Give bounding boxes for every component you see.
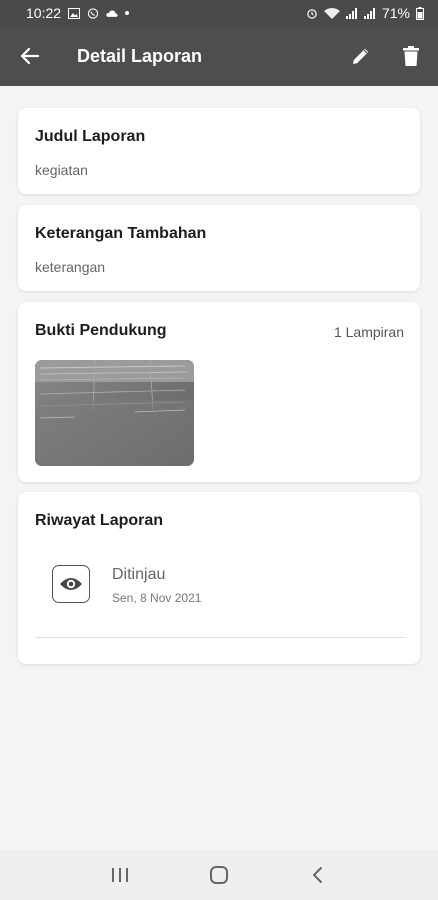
report-title-value: kegiatan: [35, 162, 88, 178]
whatsapp-icon: [87, 7, 99, 19]
battery-level: 71%: [381, 5, 410, 21]
edit-button[interactable]: [336, 26, 386, 86]
wifi-icon: [323, 7, 340, 19]
alarm-icon: [306, 8, 318, 19]
cloud-icon: [106, 8, 118, 19]
nav-back-button[interactable]: [298, 855, 338, 895]
evidence-label: Bukti Pendukung: [35, 322, 167, 339]
arrow-left-icon: [20, 47, 40, 65]
history-date: Sen, 8 Nov 2021: [112, 591, 202, 605]
app-bar: Detail Laporan: [0, 26, 438, 86]
dot-icon: [125, 11, 130, 15]
history-card: Riwayat Laporan Ditinjau Sen, 8 Nov 2021: [18, 492, 420, 664]
page-title: Detail Laporan: [77, 45, 203, 66]
signal-icon: [363, 7, 376, 19]
content-area: Judul Laporan kegiatan Keterangan Tambah…: [0, 86, 438, 850]
image-icon: [68, 7, 81, 19]
evidence-thumbnail[interactable]: [35, 360, 194, 466]
recents-icon: [111, 868, 128, 882]
delete-button[interactable]: [386, 26, 436, 86]
home-icon: [209, 866, 228, 884]
history-label: Riwayat Laporan: [35, 512, 164, 529]
signal-icon: [345, 7, 358, 19]
report-note-label: Keterangan Tambahan: [35, 225, 207, 242]
home-button[interactable]: [199, 855, 239, 895]
eye-icon: [52, 565, 90, 603]
system-nav-bar: [0, 850, 438, 900]
report-title-card: Judul Laporan kegiatan: [18, 108, 420, 194]
divider: [36, 637, 406, 638]
pencil-icon: [353, 48, 369, 64]
back-icon: [313, 867, 323, 883]
report-note-card: Keterangan Tambahan keterangan: [18, 205, 420, 291]
recents-button[interactable]: [100, 855, 140, 895]
back-button[interactable]: [0, 26, 60, 86]
history-status: Ditinjau: [112, 566, 166, 583]
status-bar: 10:22 71%: [0, 0, 438, 26]
report-note-value: keterangan: [35, 259, 106, 275]
clock: 10:22: [26, 5, 62, 21]
attachment-count: 1 Lampiran: [333, 324, 404, 340]
evidence-card: Bukti Pendukung 1 Lampiran: [18, 302, 420, 482]
trash-icon: [403, 46, 419, 66]
report-title-label: Judul Laporan: [35, 128, 146, 145]
battery-icon: [416, 6, 424, 20]
